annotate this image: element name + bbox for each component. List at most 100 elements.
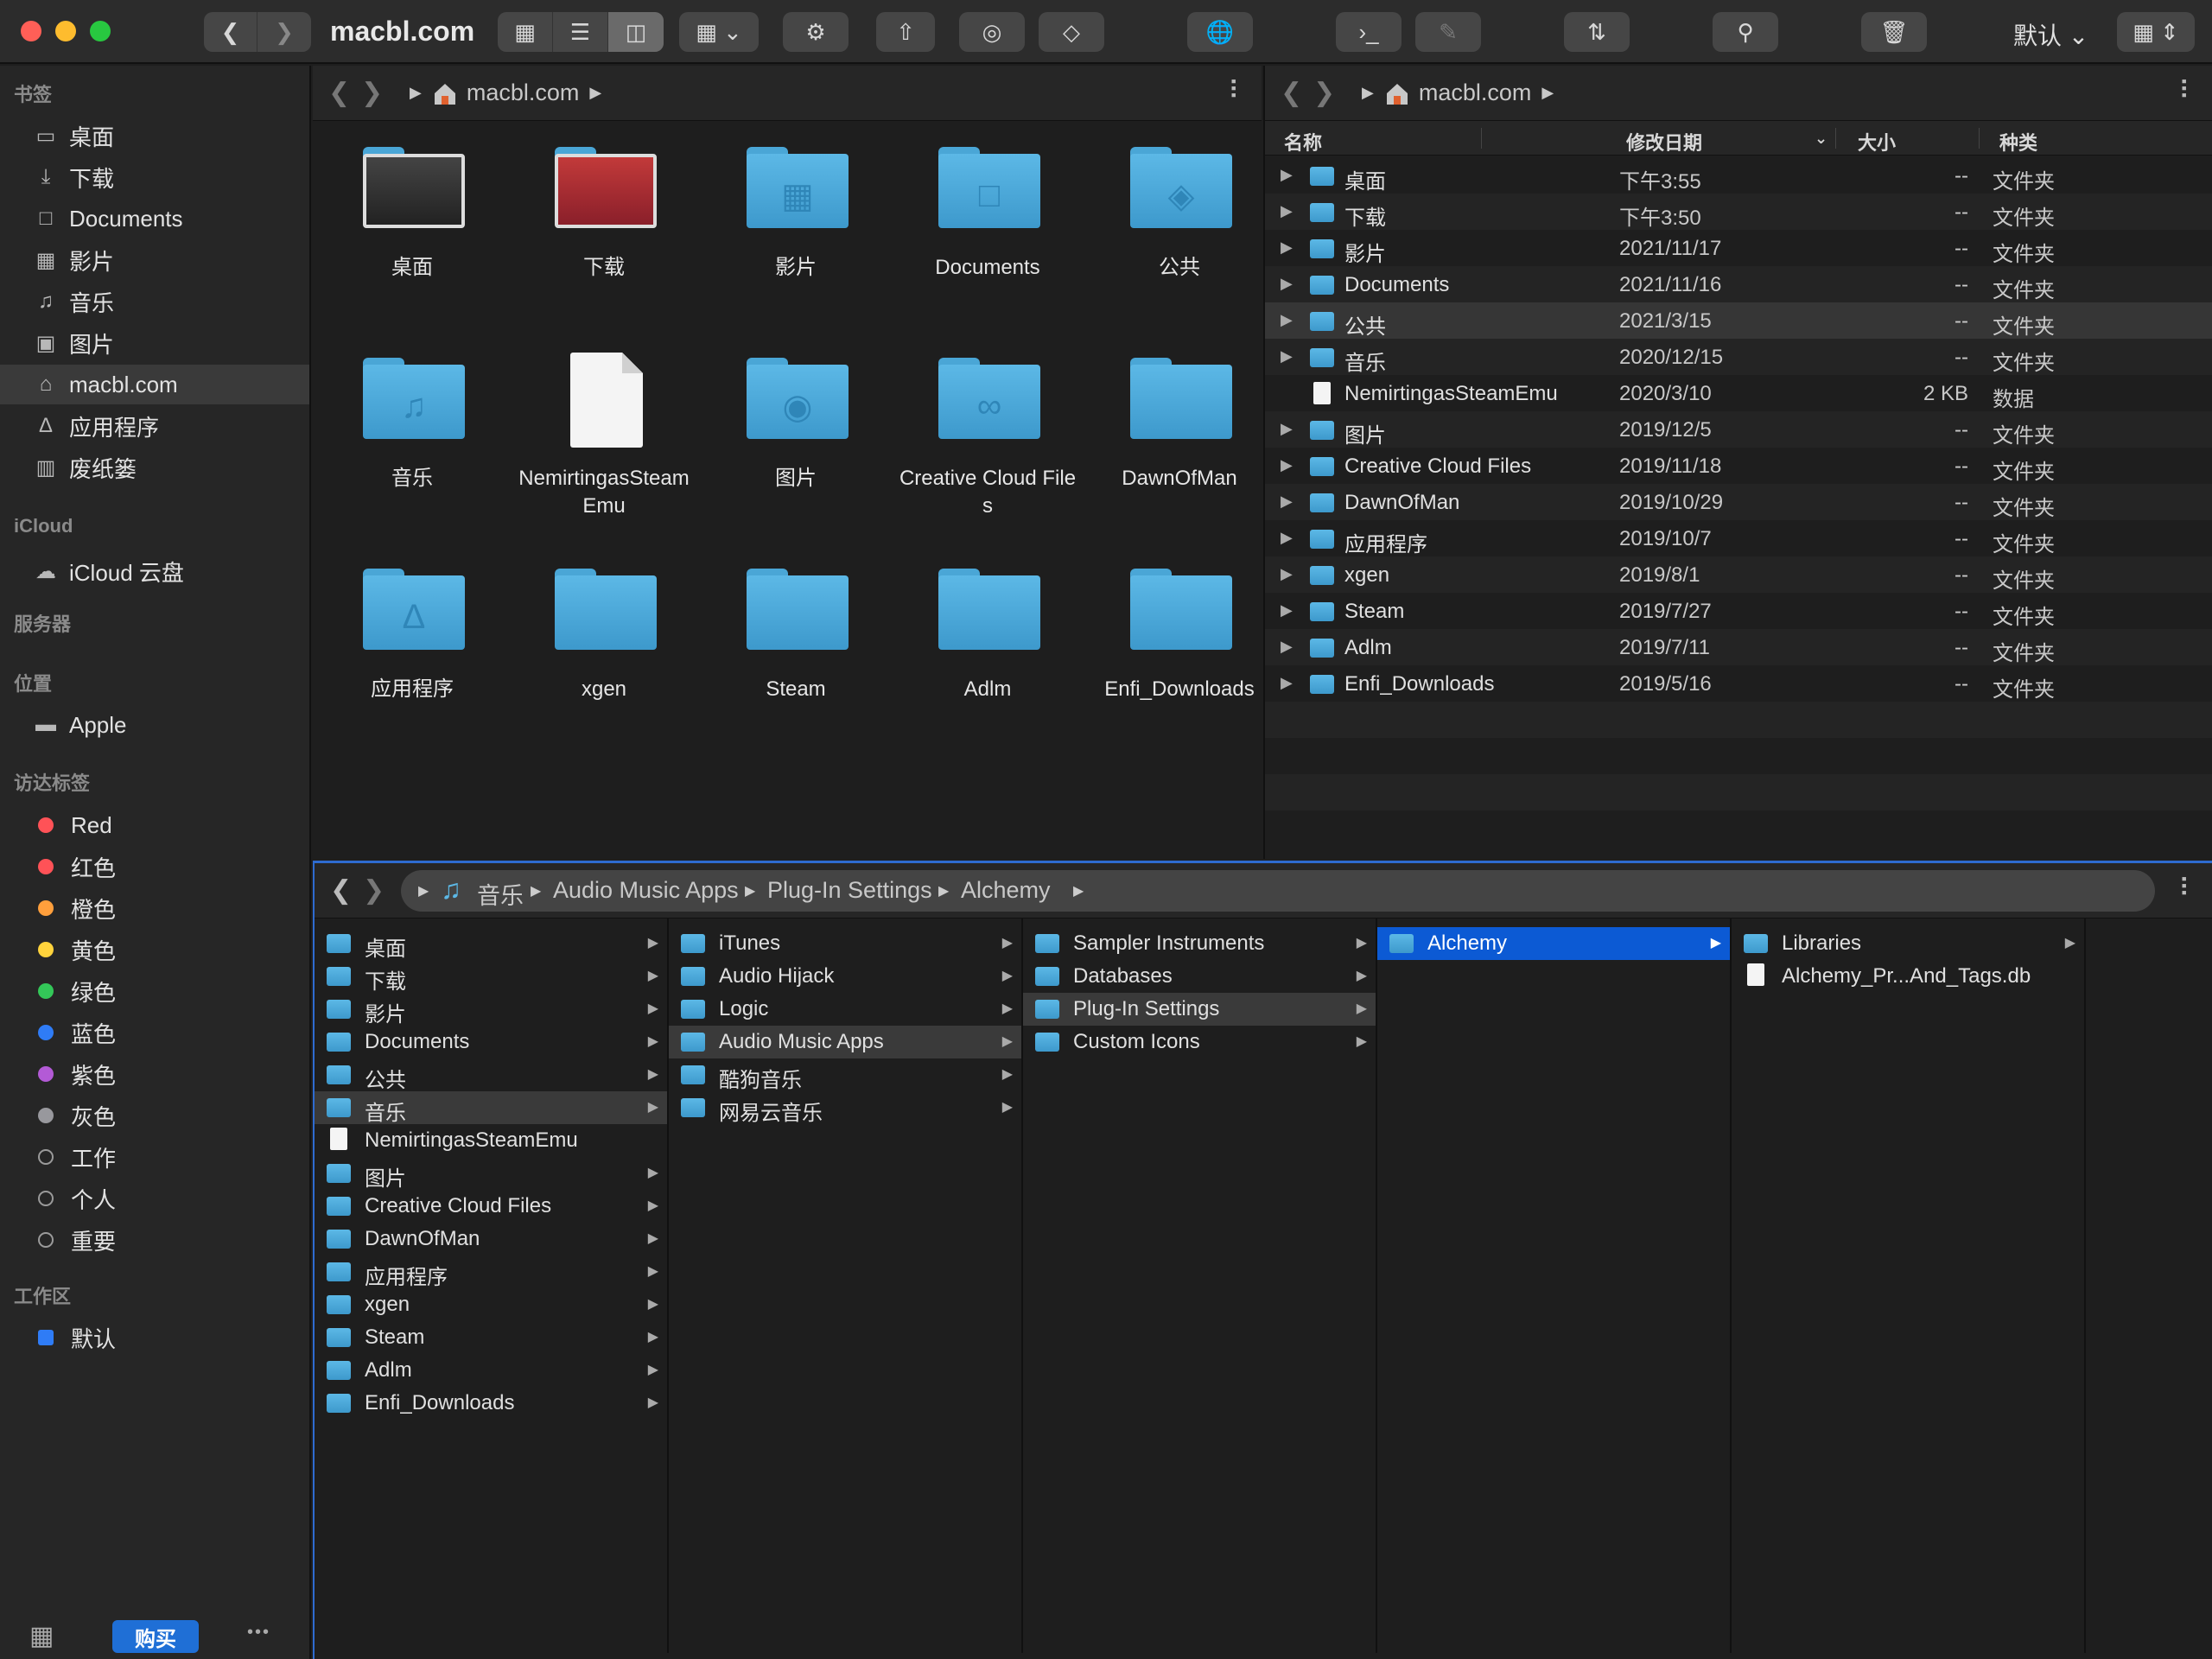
sidebar-item[interactable]: 个人 bbox=[0, 1179, 309, 1218]
column-item[interactable]: 应用程序 ▶ bbox=[315, 1255, 667, 1289]
sidebar-item[interactable]: ⌂ macbl.com bbox=[0, 365, 309, 404]
sidebar-item[interactable]: ▬ Apple bbox=[0, 705, 309, 745]
table-row[interactable]: ▶ DawnOfMan 2019/10/29 -- 文件夹 bbox=[1265, 484, 2212, 520]
network-icon[interactable]: 🌐 bbox=[1187, 12, 1253, 52]
grid-file-item[interactable]: DawnOfMan bbox=[1089, 337, 1270, 536]
search-icon[interactable]: ⚲ bbox=[1713, 12, 1778, 52]
more-icon[interactable]: ··· bbox=[2169, 78, 2198, 99]
breadcrumb-item[interactable]: Alchemy bbox=[961, 877, 1051, 904]
share-icon[interactable]: ⇧ bbox=[876, 12, 935, 52]
sidebar-item[interactable]: 绿色 bbox=[0, 971, 309, 1011]
more-icon[interactable]: ··· bbox=[2169, 875, 2198, 896]
column-item[interactable]: Databases ▶ bbox=[1023, 960, 1376, 993]
disclosure-triangle-icon[interactable]: ▶ bbox=[1281, 202, 1293, 220]
group-by-icon[interactable]: ▦ ⌄ bbox=[679, 12, 759, 52]
column-item[interactable]: Creative Cloud Files ▶ bbox=[315, 1190, 667, 1223]
more-icon[interactable]: ••• bbox=[247, 1623, 270, 1643]
column-item[interactable]: Logic ▶ bbox=[669, 993, 1021, 1026]
path-label[interactable]: macbl.com bbox=[467, 79, 580, 106]
sidebar-item[interactable]: 工作 bbox=[0, 1137, 309, 1177]
column-item[interactable]: Sampler Instruments ▶ bbox=[1023, 927, 1376, 960]
header-name[interactable]: 名称 bbox=[1284, 128, 1322, 156]
close-button[interactable] bbox=[21, 21, 41, 41]
breadcrumb-item[interactable]: Audio Music Apps bbox=[553, 877, 739, 904]
disclosure-triangle-icon[interactable]: ▶ bbox=[1281, 638, 1293, 656]
sidebar-item[interactable]: 重要 bbox=[0, 1220, 309, 1260]
list-view-icon[interactable]: ☰ bbox=[553, 12, 608, 52]
table-row[interactable]: ▶ Enfi_Downloads 2019/5/16 -- 文件夹 bbox=[1265, 665, 2212, 702]
path-label[interactable]: macbl.com bbox=[1419, 79, 1532, 106]
grid-file-item[interactable]: ∆ 应用程序 bbox=[321, 548, 503, 747]
table-row[interactable]: ▶ 影片 2021/11/17 -- 文件夹 bbox=[1265, 230, 2212, 266]
grid-file-item[interactable]: 下载 bbox=[513, 126, 695, 325]
grid-file-item[interactable]: 桌面 bbox=[321, 126, 503, 325]
terminal-icon[interactable]: ›_ bbox=[1336, 12, 1402, 52]
column-item[interactable]: 下载 ▶ bbox=[315, 960, 667, 994]
sidebar-item[interactable]: ♫ 音乐 bbox=[0, 282, 309, 321]
grid-file-item[interactable]: □ Documents bbox=[897, 126, 1078, 325]
sidebar-item[interactable]: ∆ 应用程序 bbox=[0, 406, 309, 446]
sidebar-item[interactable]: ▥ 废纸篓 bbox=[0, 448, 309, 487]
sort-chevron-icon[interactable]: ⌄ bbox=[1815, 130, 1827, 148]
table-row[interactable]: ▶ xgen 2019/8/1 -- 文件夹 bbox=[1265, 556, 2212, 593]
forward-icon[interactable]: ❯ bbox=[361, 78, 384, 108]
icon-view-icon[interactable]: ▦ bbox=[498, 12, 553, 52]
column-item[interactable]: Audio Music Apps ▶ bbox=[669, 1026, 1021, 1058]
back-icon[interactable]: ❮ bbox=[330, 875, 353, 906]
table-row[interactable]: ▶ 音乐 2020/12/15 -- 文件夹 bbox=[1265, 339, 2212, 375]
table-row[interactable]: ▶ 公共 2021/3/15 -- 文件夹 bbox=[1265, 302, 2212, 339]
sidebar-item[interactable]: ☁ iCloud 云盘 bbox=[0, 551, 309, 591]
disclosure-triangle-icon[interactable]: ▶ bbox=[1281, 601, 1293, 620]
sidebar-item[interactable]: 黄色 bbox=[0, 930, 309, 969]
sidebar-item[interactable]: ▣ 图片 bbox=[0, 323, 309, 363]
disclosure-triangle-icon[interactable]: ▶ bbox=[1281, 311, 1293, 329]
column-item[interactable]: 影片 ▶ bbox=[315, 993, 667, 1027]
airdrop-icon[interactable]: ◎ bbox=[959, 12, 1025, 52]
table-row[interactable]: ▶ 图片 2019/12/5 -- 文件夹 bbox=[1265, 411, 2212, 448]
grid-icon[interactable]: ▦ bbox=[29, 1621, 54, 1651]
zoom-button[interactable] bbox=[90, 21, 111, 41]
edit-icon[interactable]: ✎ bbox=[1415, 12, 1481, 52]
table-row[interactable]: ▶ Creative Cloud Files 2019/11/18 -- 文件夹 bbox=[1265, 448, 2212, 484]
table-row[interactable]: ▶ Adlm 2019/7/11 -- 文件夹 bbox=[1265, 629, 2212, 665]
column-item[interactable]: Audio Hijack ▶ bbox=[669, 960, 1021, 993]
disclosure-triangle-icon[interactable]: ▶ bbox=[1281, 275, 1293, 293]
column-item[interactable]: 桌面 ▶ bbox=[315, 927, 667, 961]
grid-file-item[interactable]: Enfi_Downloads bbox=[1089, 548, 1270, 747]
header-size[interactable]: 大小 bbox=[1858, 128, 1896, 156]
grid-file-item[interactable]: Adlm bbox=[897, 548, 1078, 747]
forward-icon[interactable]: ❯ bbox=[1313, 78, 1336, 108]
sidebar-item[interactable]: 红色 bbox=[0, 847, 309, 887]
column-item[interactable]: iTunes ▶ bbox=[669, 927, 1021, 960]
sort-icon[interactable]: ⇅ bbox=[1564, 12, 1630, 52]
column-item[interactable]: Alchemy ▶ bbox=[1377, 927, 1730, 960]
column-item[interactable]: 音乐 ▶ bbox=[315, 1091, 667, 1125]
sidebar-item[interactable]: ▦ 影片 bbox=[0, 240, 309, 280]
disclosure-triangle-icon[interactable]: ▶ bbox=[1281, 347, 1293, 365]
layout-icon[interactable]: ▦ ⇕ bbox=[2117, 12, 2195, 52]
breadcrumb-item[interactable]: Plug-In Settings bbox=[767, 877, 932, 904]
tag-icon[interactable]: ◇ bbox=[1039, 12, 1104, 52]
more-icon[interactable]: ··· bbox=[1218, 78, 1248, 99]
column-item[interactable]: Documents ▶ bbox=[315, 1026, 667, 1058]
grid-file-item[interactable]: ∞ Creative Cloud Files bbox=[897, 337, 1078, 536]
column-item[interactable]: Adlm ▶ bbox=[315, 1354, 667, 1387]
column-item[interactable]: DawnOfMan ▶ bbox=[315, 1223, 667, 1255]
sidebar-item[interactable]: □ Documents bbox=[0, 199, 309, 238]
forward-icon[interactable]: ❯ bbox=[257, 12, 311, 52]
column-item[interactable]: 公共 ▶ bbox=[315, 1058, 667, 1092]
table-row[interactable]: ▶ 应用程序 2019/10/7 -- 文件夹 bbox=[1265, 520, 2212, 556]
disclosure-triangle-icon[interactable]: ▶ bbox=[1281, 420, 1293, 438]
column-item[interactable]: Alchemy_Pr...And_Tags.db bbox=[1732, 960, 2084, 993]
sidebar-item[interactable]: 橙色 bbox=[0, 888, 309, 928]
table-row[interactable]: ▶ 下载 下午3:50 -- 文件夹 bbox=[1265, 194, 2212, 230]
buy-button[interactable]: 购买 bbox=[112, 1620, 199, 1653]
table-row[interactable]: ▶ Steam 2019/7/27 -- 文件夹 bbox=[1265, 593, 2212, 629]
header-kind[interactable]: 种类 bbox=[1999, 128, 2037, 156]
disclosure-triangle-icon[interactable]: ▶ bbox=[1281, 456, 1293, 474]
gear-icon[interactable]: ⚙ bbox=[783, 12, 849, 52]
column-view-icon[interactable]: ◫ bbox=[608, 12, 664, 52]
table-row[interactable]: ▶ Documents 2021/11/16 -- 文件夹 bbox=[1265, 266, 2212, 302]
trash-icon[interactable]: 🗑 bbox=[1861, 12, 1927, 52]
column-item[interactable]: 图片 ▶ bbox=[315, 1157, 667, 1191]
